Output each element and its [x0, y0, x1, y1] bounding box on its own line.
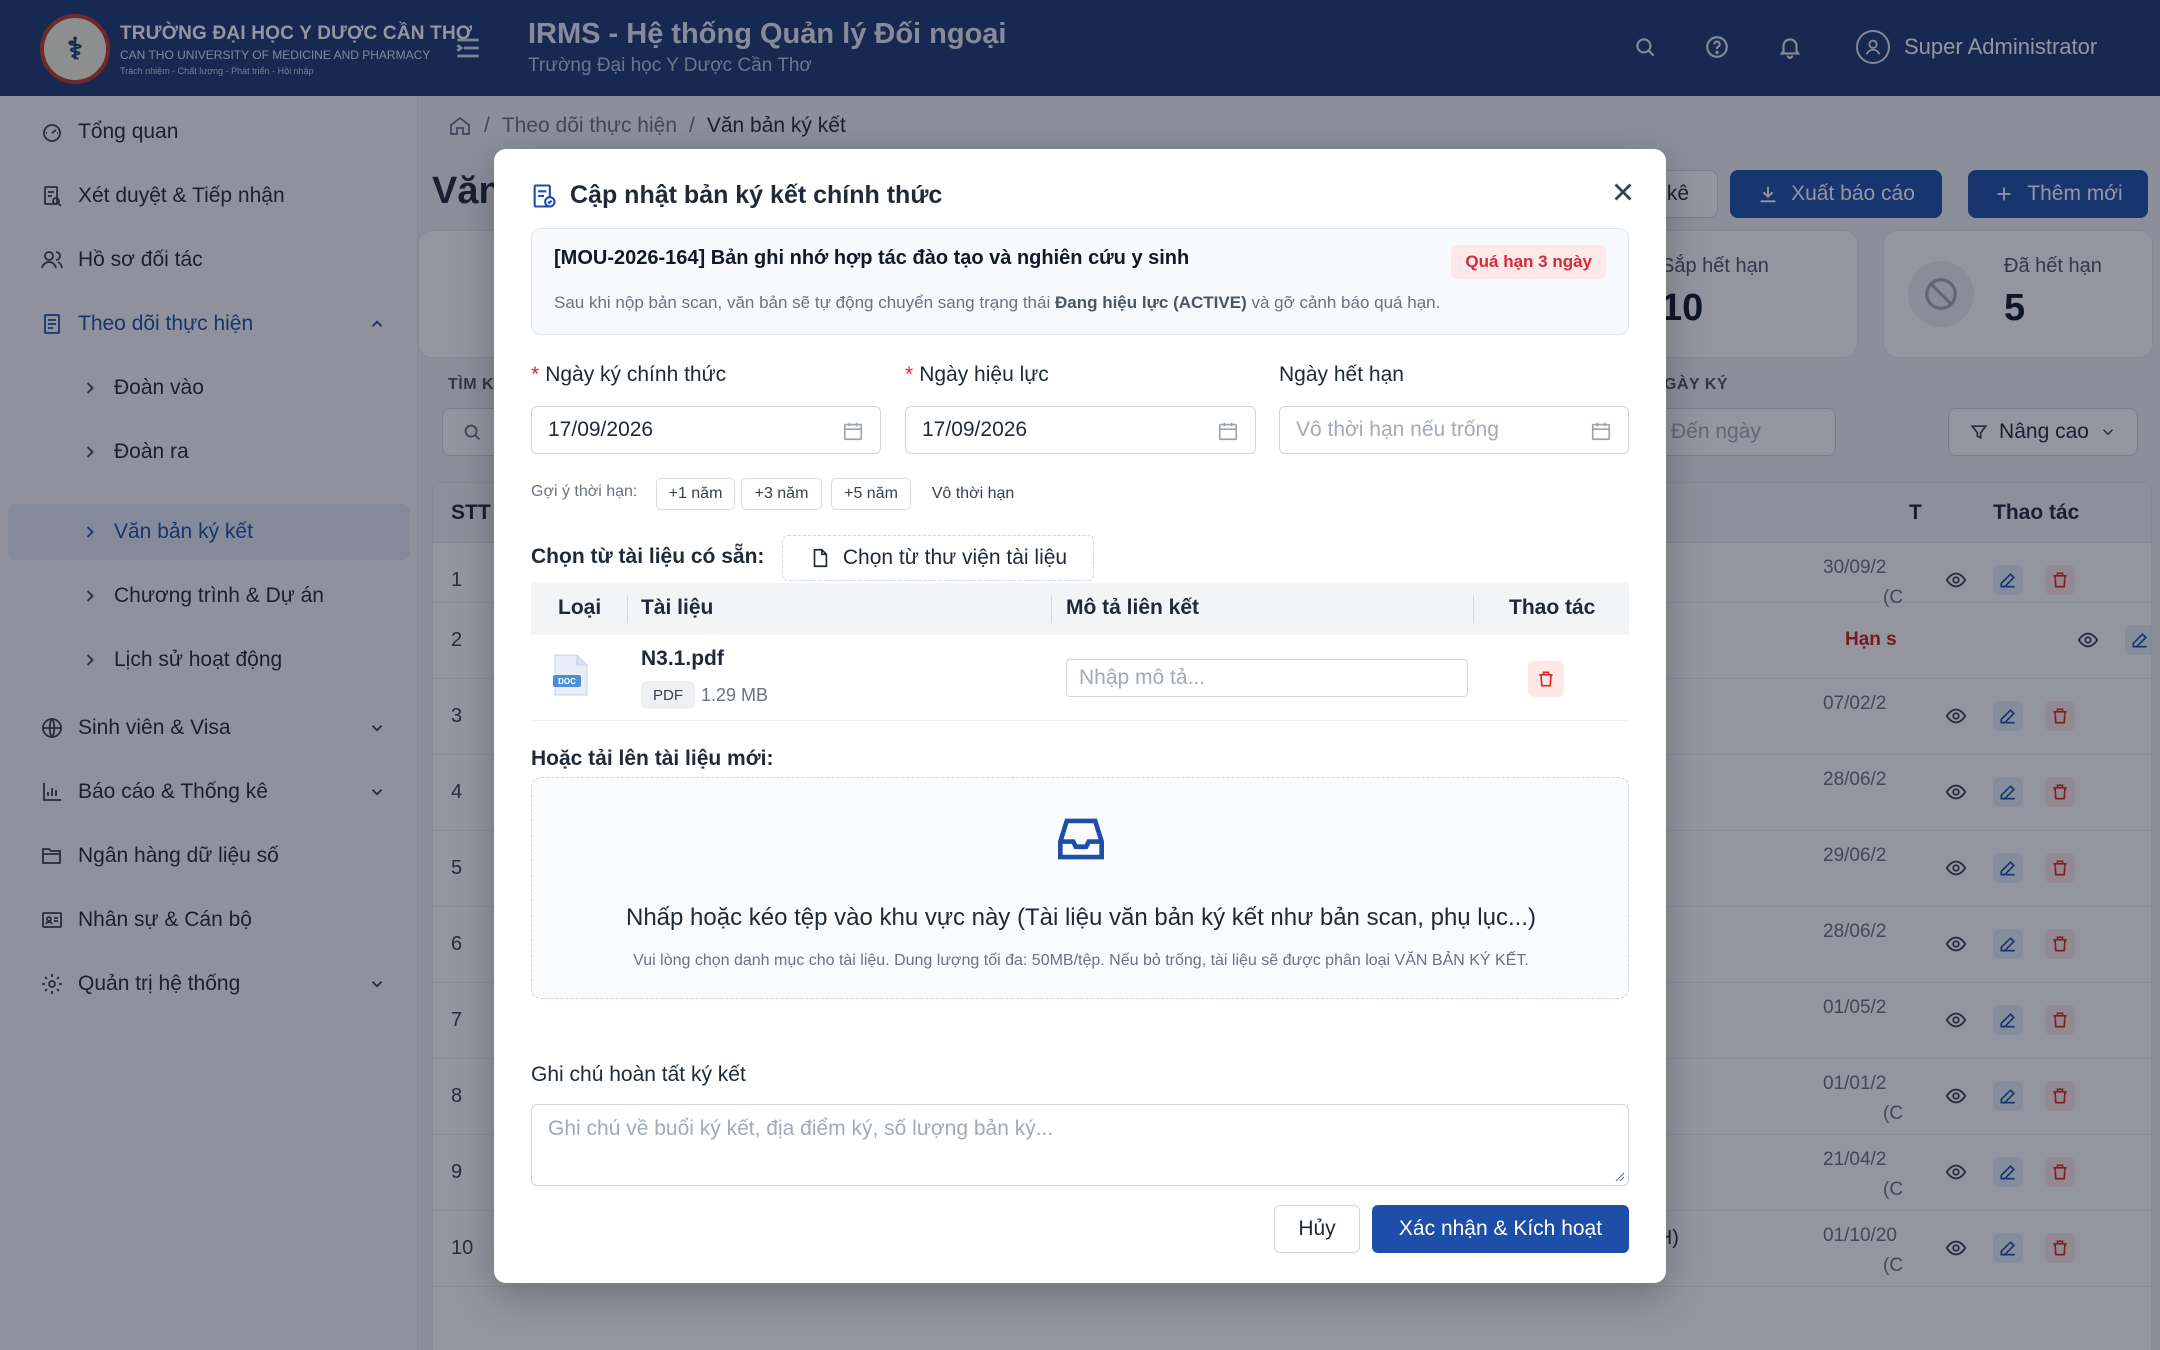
link-description-input[interactable]: Nhập mô tả...	[1066, 659, 1468, 697]
agreement-info-box: [MOU-2026-164] Bản ghi nhớ hợp tác đào t…	[531, 228, 1629, 335]
duration-suggest-label: Gợi ý thời hạn:	[531, 483, 638, 500]
sign-date-value: 17/09/2026	[548, 418, 654, 441]
file-size: 1.29 MB	[701, 685, 769, 705]
library-label: Chọn từ tài liệu có sẵn:	[531, 545, 765, 568]
close-icon[interactable]	[1608, 177, 1638, 207]
upload-label: Hoặc tải lên tài liệu mới:	[531, 747, 774, 770]
upload-text: Nhấp hoặc kéo tệp vào khu vực này (Tài l…	[626, 904, 1536, 931]
col-type: Loại	[558, 596, 602, 619]
modal-title: Cập nhật bản ký kết chính thức	[570, 181, 943, 209]
sign-date-input[interactable]: 17/09/2026	[531, 406, 881, 454]
doc-file-icon: DOC	[551, 653, 591, 697]
note-placeholder: Ghi chú về buổi ký kết, địa điểm ký, số …	[548, 1117, 1054, 1140]
chip-indefinite[interactable]: Vô thời hạn	[920, 478, 1026, 510]
col-actions: Thao tác	[1509, 596, 1596, 619]
expiry-date-input[interactable]: Vô thời hạn nếu trống	[1279, 406, 1629, 454]
calendar-icon	[1218, 422, 1238, 441]
effective-date-value: 17/09/2026	[922, 418, 1028, 441]
file-name: N3.1.pdf	[641, 647, 724, 670]
trash-icon	[1539, 671, 1553, 687]
remove-document-button[interactable]	[1528, 661, 1564, 697]
expiry-date-placeholder: Vô thời hạn nếu trống	[1296, 418, 1499, 441]
confirm-activate-button[interactable]: Xác nhận & Kích hoạt	[1372, 1205, 1629, 1253]
inbox-icon	[1058, 818, 1104, 860]
completion-note-textarea[interactable]: Ghi chú về buổi ký kết, địa điểm ký, số …	[531, 1104, 1629, 1186]
col-document: Tài liệu	[641, 596, 714, 619]
chip-plus-1-year[interactable]: +1 năm	[656, 478, 735, 510]
required-mark: *	[905, 363, 914, 386]
effective-date-label: * Ngày hiệu lực	[905, 363, 1049, 386]
choose-from-library-button[interactable]: Chọn từ thư viện tài liệu	[782, 535, 1094, 581]
file-icon	[813, 548, 828, 568]
library-button-label: Chọn từ thư viện tài liệu	[842, 546, 1068, 569]
active-status-text: Đang hiệu lực (ACTIVE)	[1054, 293, 1247, 312]
sign-date-label: * Ngày ký chính thức	[531, 363, 727, 386]
col-link-description: Mô tả liên kết	[1066, 596, 1200, 619]
calendar-icon	[1591, 422, 1611, 441]
modal-header: Cập nhật bản ký kết chính thức	[530, 181, 942, 210]
note-label: Ghi chú hoàn tất ký kết	[531, 1063, 746, 1086]
calendar-icon	[843, 422, 863, 441]
cancel-button[interactable]: Hủy	[1274, 1205, 1360, 1253]
expiry-date-label: Ngày hết hạn	[1279, 363, 1404, 386]
agreement-title: [MOU-2026-164] Bản ghi nhớ hợp tác đào t…	[554, 247, 1190, 269]
required-mark: *	[531, 363, 540, 386]
overdue-badge: Quá hạn 3 ngày	[1451, 245, 1606, 279]
table-row: DOC N3.1.pdf PDF 1.29 MB Nhập mô tả...	[531, 635, 1629, 721]
update-agreement-modal: Cập nhật bản ký kết chính thức [MOU-2026…	[494, 149, 1666, 1283]
doc-table-header: Loại Tài liệu Mô tả liên kết Thao tác	[531, 583, 1629, 635]
svg-text:DOC: DOC	[558, 677, 576, 686]
effective-date-input[interactable]: 17/09/2026	[905, 406, 1256, 454]
chip-plus-5-years[interactable]: +5 năm	[831, 478, 911, 510]
link-description-placeholder: Nhập mô tả...	[1079, 666, 1206, 689]
document-check-icon	[533, 183, 556, 208]
resize-handle-icon[interactable]	[1613, 1170, 1625, 1182]
upload-hint: Vui lòng chọn danh mục cho tài liệu. Dun…	[633, 952, 1529, 969]
info-description: Sau khi nộp bản scan, văn bản sẽ tự động…	[554, 293, 1441, 312]
upload-dropzone[interactable]: Nhấp hoặc kéo tệp vào khu vực này (Tài l…	[531, 777, 1629, 999]
chip-plus-3-years[interactable]: +3 năm	[741, 478, 822, 510]
file-ext-badge: PDF	[641, 681, 695, 709]
